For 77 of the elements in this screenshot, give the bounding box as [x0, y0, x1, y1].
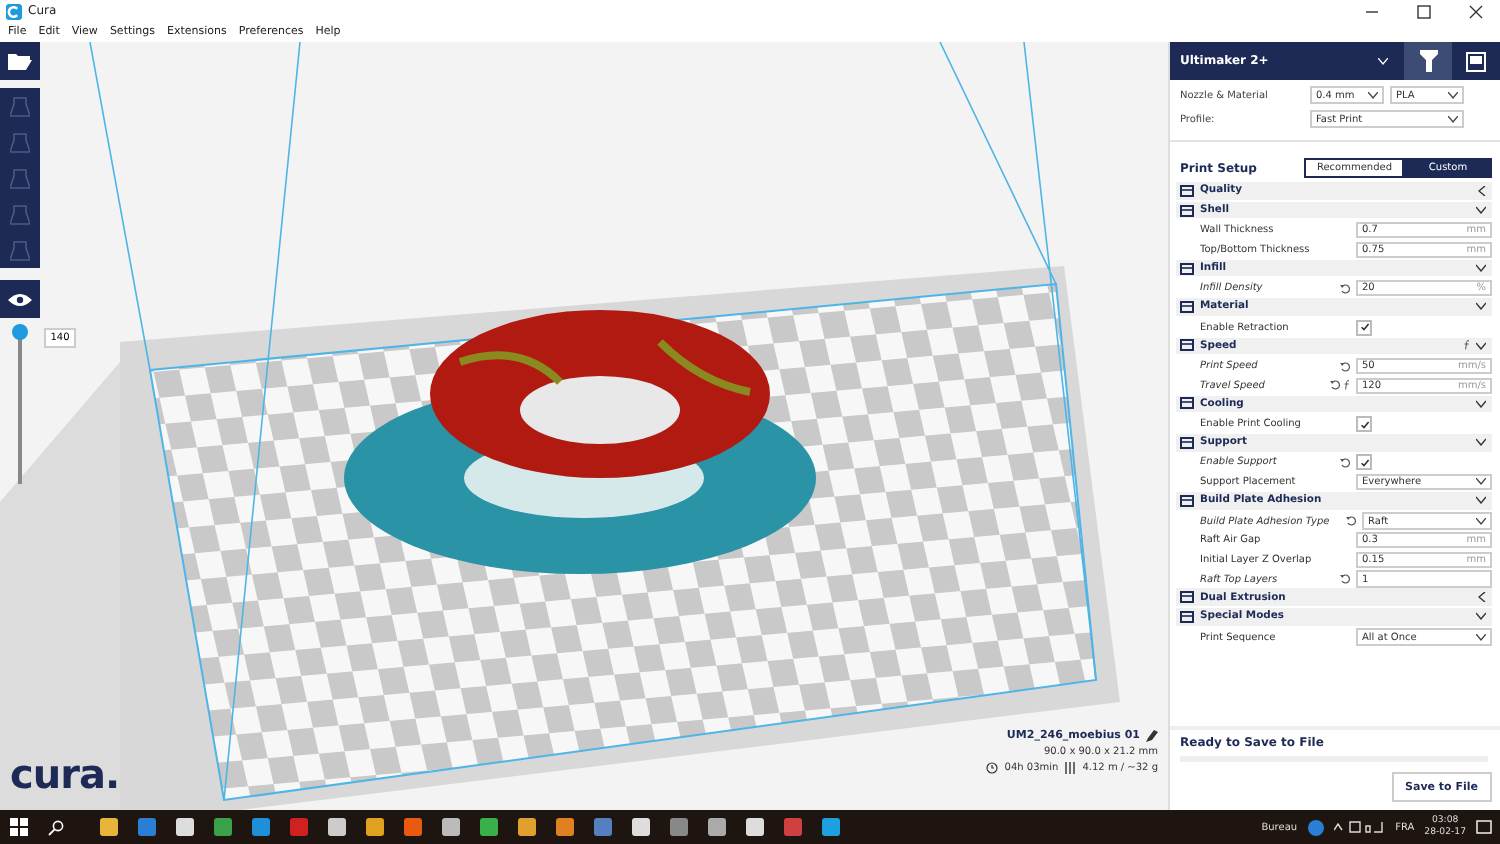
taskbar-app-icon[interactable] [404, 818, 422, 836]
chevron-down-icon [1476, 264, 1486, 273]
taskbar-app-icon[interactable] [556, 818, 574, 836]
taskbar-app-icon[interactable] [746, 818, 764, 836]
taskbar-app-icon[interactable] [822, 818, 840, 836]
taskbar-app-icon[interactable] [480, 818, 498, 836]
taskbar-app-icon[interactable] [176, 818, 194, 836]
start-button-icon[interactable] [10, 818, 28, 836]
setting-checkbox[interactable] [1356, 319, 1372, 336]
tray-icons-drawing[interactable] [1333, 820, 1386, 834]
taskbar-app-icon[interactable] [290, 818, 308, 836]
taskbar-app-icon[interactable] [328, 818, 346, 836]
reset-icon[interactable] [1340, 574, 1350, 585]
reset-icon[interactable] [1340, 283, 1350, 294]
chevron-down-icon [1476, 302, 1486, 311]
category-icon [1180, 261, 1194, 276]
chevron-down-icon [1368, 91, 1378, 99]
taskbar-app-icon[interactable] [670, 818, 688, 836]
clock-icon [986, 762, 999, 774]
category-icon [1180, 203, 1194, 218]
setting-checkbox[interactable] [1356, 454, 1372, 471]
pencil-icon[interactable] [1146, 730, 1158, 742]
close-icon[interactable] [1468, 3, 1484, 19]
category-icon [1180, 493, 1194, 508]
chevron-down-icon [1448, 115, 1458, 123]
chevron-down-icon [1476, 399, 1486, 408]
category-icon [1180, 609, 1194, 624]
eye-icon [8, 291, 32, 307]
chevron-down-icon [1476, 517, 1486, 526]
taskbar-app-icon[interactable] [252, 818, 270, 836]
taskbar-app-icon[interactable] [784, 818, 802, 836]
chevron-down-icon [1476, 633, 1486, 642]
taskbar-app-icon[interactable] [100, 818, 118, 836]
taskbar-app-icon[interactable] [366, 818, 384, 836]
notifications-icon[interactable] [1476, 819, 1492, 835]
chevron-down-icon [1476, 612, 1486, 621]
tool-icon [10, 239, 30, 261]
reset-icon[interactable] [1340, 457, 1350, 468]
filament-icon [1064, 762, 1077, 774]
chevron-down-icon [1378, 57, 1388, 65]
monitor-icon [1466, 51, 1486, 71]
category-icon [1180, 396, 1194, 411]
model-drawing[interactable] [344, 310, 816, 574]
category-icon [1180, 590, 1194, 605]
chevron-down-icon [1476, 341, 1486, 350]
tool-icon [10, 203, 30, 225]
print-settings-tab[interactable] [1404, 42, 1452, 80]
taskbar-app-icon[interactable] [594, 818, 612, 836]
function-icon[interactable] [1344, 380, 1350, 391]
chevron-left-icon [1478, 592, 1486, 603]
setting-checkbox[interactable] [1356, 416, 1372, 433]
chevron-down-icon [1476, 206, 1486, 215]
cura-logo: cura. [10, 750, 120, 798]
category-icon [1180, 183, 1194, 198]
folder-icon [8, 51, 32, 71]
tool-icon [10, 95, 30, 117]
category-icon [1180, 299, 1194, 314]
open-button[interactable] [0, 42, 40, 80]
category-icon [1180, 338, 1194, 353]
taskbar-app-icon[interactable] [708, 818, 726, 836]
taskbar-app-icon[interactable] [138, 818, 156, 836]
category-icon [1180, 435, 1194, 450]
funnel-icon [1419, 50, 1437, 72]
tool-icon [10, 131, 30, 153]
taskbar-app-icon[interactable] [518, 818, 536, 836]
chevron-left-icon [1478, 185, 1486, 196]
taskbar-app-icon[interactable] [214, 818, 232, 836]
tool-icon [10, 167, 30, 189]
view-button[interactable] [0, 280, 40, 318]
maximize-icon[interactable] [1416, 3, 1432, 19]
search-icon[interactable] [48, 819, 64, 835]
help-icon[interactable] [1307, 819, 1324, 835]
chevron-down-icon [1448, 91, 1458, 99]
taskbar-app-icon[interactable] [632, 818, 650, 836]
reset-icon[interactable] [1346, 516, 1357, 527]
taskbar-app-icon[interactable] [442, 818, 460, 836]
chevron-down-icon [1476, 438, 1486, 447]
